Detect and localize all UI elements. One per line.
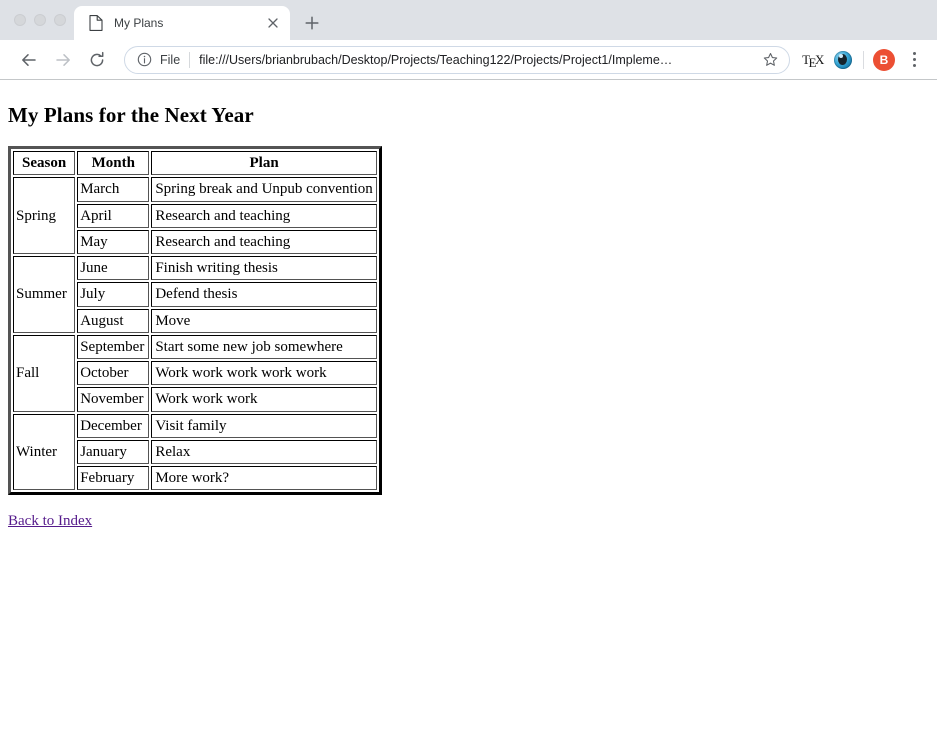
month-cell: March bbox=[77, 177, 150, 202]
url-text[interactable]: file:///Users/brianbrubach/Desktop/Proje… bbox=[199, 53, 759, 67]
month-cell: May bbox=[77, 229, 150, 254]
plan-cell: Spring break and Unpub convention bbox=[151, 177, 377, 202]
maximize-window-button[interactable] bbox=[54, 14, 66, 26]
season-cell-spring: Spring bbox=[13, 177, 76, 254]
plan-cell: Work work work work work bbox=[151, 361, 377, 386]
address-bar[interactable]: File file:///Users/brianbrubach/Desktop/… bbox=[124, 45, 790, 74]
table-header-row: Season Month Plan bbox=[13, 151, 377, 176]
month-cell: August bbox=[77, 308, 150, 333]
chrome-menu-button[interactable] bbox=[901, 47, 927, 73]
plan-cell: Relax bbox=[151, 439, 377, 464]
table-header: Season Month Plan bbox=[13, 151, 377, 176]
menu-dot bbox=[912, 58, 916, 61]
tex-extension-icon[interactable]: TEX bbox=[800, 47, 826, 73]
tab-strip: My Plans bbox=[0, 0, 937, 40]
plan-cell: More work? bbox=[151, 466, 377, 491]
plan-cell: Research and teaching bbox=[151, 229, 377, 254]
table-row: Summer June Finish writing thesis bbox=[13, 256, 377, 333]
back-to-index-link[interactable]: Back to Index bbox=[8, 513, 92, 530]
menu-dot bbox=[912, 52, 916, 55]
page-body: My Plans for the Next Year Season Month … bbox=[0, 80, 937, 538]
url-scheme-label: File bbox=[160, 52, 181, 67]
table-row: Fall September Start some new job somewh… bbox=[13, 334, 377, 412]
table-row: Winter December Visit family bbox=[13, 413, 377, 491]
season-cell-winter: Winter bbox=[13, 413, 76, 491]
close-tab-button[interactable] bbox=[264, 14, 282, 32]
browser-tab-my-plans[interactable]: My Plans bbox=[74, 6, 290, 40]
month-cell: November bbox=[77, 387, 150, 412]
plans-table: Season Month Plan Spring March Spring br… bbox=[8, 146, 382, 496]
forward-button[interactable] bbox=[48, 45, 78, 75]
month-cell: September bbox=[77, 334, 150, 359]
season-cell-fall: Fall bbox=[13, 334, 76, 412]
season-cell-summer: Summer bbox=[13, 256, 76, 333]
plan-cell: Visit family bbox=[151, 413, 377, 438]
window-traffic-lights bbox=[0, 0, 76, 40]
tex-glyph: TEX bbox=[802, 51, 824, 70]
month-cell: April bbox=[77, 203, 150, 228]
page-title: My Plans for the Next Year bbox=[8, 103, 254, 127]
table-body: Spring March Spring break and Unpub conv… bbox=[13, 177, 377, 491]
table-row: Spring March Spring break and Unpub conv… bbox=[13, 177, 377, 254]
plan-cell: Start some new job somewhere bbox=[151, 334, 377, 359]
month-cell: January bbox=[77, 439, 150, 464]
month-cell: July bbox=[77, 282, 150, 307]
new-tab-button[interactable] bbox=[298, 9, 326, 37]
column-header-plan: Plan bbox=[151, 151, 377, 176]
plan-cell: Work work work bbox=[151, 387, 377, 412]
month-cell: October bbox=[77, 361, 150, 386]
reload-button[interactable] bbox=[82, 45, 112, 75]
back-button[interactable] bbox=[14, 45, 44, 75]
menu-dot bbox=[912, 64, 916, 67]
minimize-window-button[interactable] bbox=[34, 14, 46, 26]
column-header-month: Month bbox=[77, 151, 150, 176]
profile-avatar[interactable]: B bbox=[873, 48, 895, 71]
omnibox-divider bbox=[189, 51, 191, 68]
browser-window: My Plans File file:///Users/brianbrubach… bbox=[0, 0, 937, 744]
close-window-button[interactable] bbox=[14, 14, 26, 26]
tab-title: My Plans bbox=[114, 16, 164, 30]
column-header-season: Season bbox=[13, 151, 76, 176]
month-cell: February bbox=[77, 466, 150, 491]
info-circle-icon[interactable] bbox=[135, 51, 153, 69]
month-cell: December bbox=[77, 413, 150, 438]
toolbar-divider bbox=[863, 50, 864, 69]
month-cell: June bbox=[77, 256, 150, 281]
plan-cell: Defend thesis bbox=[151, 282, 377, 307]
eye-extension-icon[interactable] bbox=[830, 47, 856, 73]
star-icon[interactable] bbox=[759, 49, 781, 71]
plan-cell: Research and teaching bbox=[151, 203, 377, 228]
browser-toolbar: File file:///Users/brianbrubach/Desktop/… bbox=[0, 40, 937, 80]
eye-icon bbox=[834, 50, 852, 69]
page-viewport: My Plans for the Next Year Season Month … bbox=[0, 80, 937, 744]
plan-cell: Move bbox=[151, 308, 377, 333]
page-icon bbox=[88, 15, 104, 31]
plan-cell: Finish writing thesis bbox=[151, 256, 377, 281]
